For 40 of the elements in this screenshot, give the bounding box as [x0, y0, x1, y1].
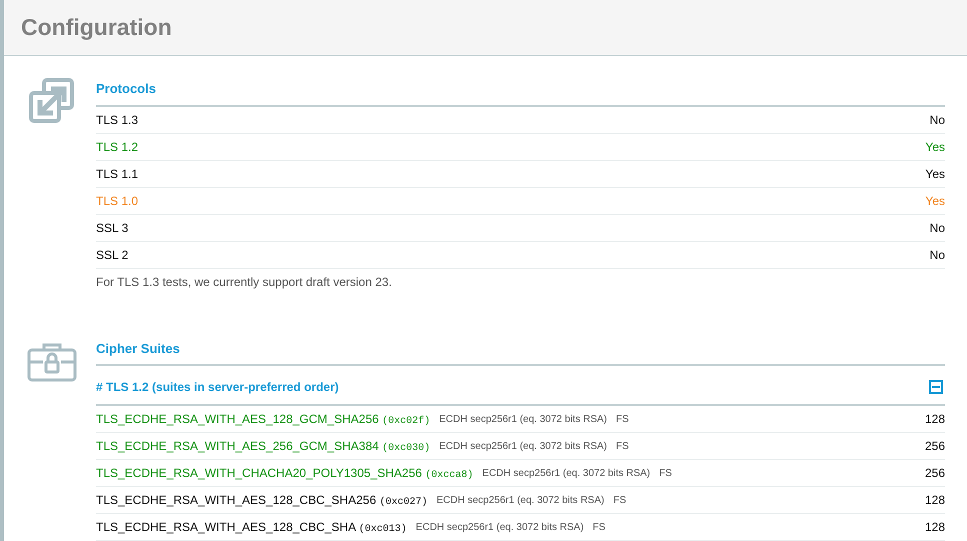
- page-title: Configuration: [21, 13, 172, 42]
- protocol-name: SSL 2: [96, 246, 128, 264]
- cipher-bits: 128: [924, 411, 945, 428]
- cipher-bits: 256: [924, 465, 945, 482]
- protocol-name: TLS 1.1: [96, 166, 138, 182]
- protocol-support: No: [930, 112, 945, 128]
- protocol-support: No: [930, 246, 945, 264]
- forward-secrecy: FS: [613, 494, 626, 508]
- forward-secrecy: FS: [592, 520, 606, 534]
- cipher-bits: 128: [924, 519, 945, 536]
- protocol-name: TLS 1.2: [96, 138, 138, 156]
- forward-secrecy: FS: [616, 412, 629, 426]
- expand-arrows-icon: [29, 78, 75, 124]
- key-exchange: ECDH secp256r1 (eq. 3072 bits RSA): [482, 466, 650, 480]
- key-exchange: ECDH secp256r1 (eq. 3072 bits RSA): [439, 440, 607, 454]
- key-exchange: ECDH secp256r1 (eq. 3072 bits RSA): [416, 520, 584, 534]
- protocol-support: Yes: [925, 192, 945, 210]
- cipher-name: TLS_ECDHE_RSA_WITH_AES_128_CBC_SHA (0xc013): [96, 518, 407, 536]
- protocol-note: For TLS 1.3 tests, we currently support draft version 23.: [96, 274, 393, 290]
- protocol-name: TLS 1.3: [96, 112, 138, 128]
- cipher-bits: 256: [924, 438, 945, 455]
- key-exchange: ECDH secp256r1 (eq. 3072 bits RSA): [436, 494, 604, 508]
- group-title: # TLS 1.2 (suites in server-preferred order): [96, 379, 339, 396]
- protocol-name: SSL 3: [96, 220, 128, 236]
- forward-secrecy: FS: [659, 466, 672, 480]
- cipher-bits: 128: [924, 492, 945, 509]
- protocol-support: No: [930, 220, 945, 236]
- cipher-name: TLS_ECDHE_RSA_WITH_AES_128_CBC_SHA256 (0xc027): [96, 492, 428, 510]
- section-title: Protocols: [96, 75, 945, 106]
- section-title: Cipher Suites: [96, 338, 945, 366]
- collapse-button[interactable]: [929, 380, 943, 394]
- protocol-support: Yes: [925, 166, 945, 182]
- cipher-name: TLS_ECDHE_RSA_WITH_CHACHA20_POLY1305_SHA256 (0xcca8): [96, 464, 474, 482]
- key-exchange: ECDH secp256r1 (eq. 3072 bits RSA): [439, 412, 607, 426]
- protocol-support: Yes: [925, 138, 945, 156]
- protocol-name: TLS 1.0: [96, 192, 138, 210]
- forward-secrecy: FS: [616, 440, 629, 454]
- locked-briefcase-icon: [27, 342, 77, 382]
- cipher-name: TLS_ECDHE_RSA_WITH_AES_128_GCM_SHA256 (0xc02f): [96, 410, 430, 428]
- cipher-name: TLS_ECDHE_RSA_WITH_AES_256_GCM_SHA384 (0xc030): [96, 438, 430, 456]
